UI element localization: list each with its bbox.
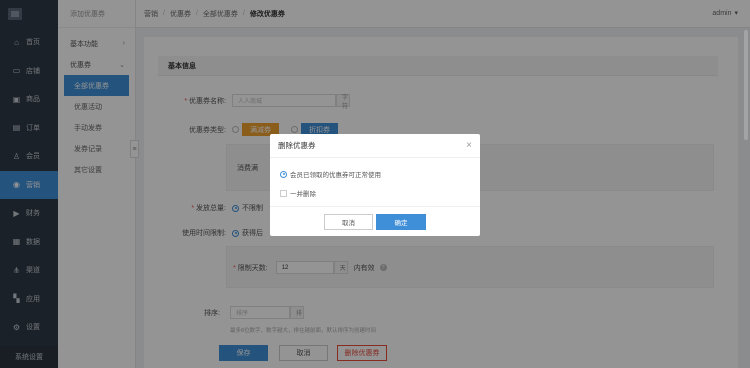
dialog-footer: 取消 确定 [270, 206, 480, 236]
keep-claimed-label: 会员已领取的优惠券可正常使用 [290, 172, 381, 179]
delete-coupon-dialog: 删除优惠券 × 会员已领取的优惠券可正常使用 一并删除 取消 确定 [270, 134, 480, 236]
dialog-title: 删除优惠券 [278, 141, 316, 150]
page-scrollbar[interactable] [744, 30, 748, 140]
close-icon[interactable]: × [466, 140, 472, 151]
dialog-cancel-button[interactable]: 取消 [324, 214, 373, 230]
dialog-confirm-button[interactable]: 确定 [376, 214, 426, 230]
delete-together-option[interactable]: 一并删除 [280, 188, 316, 198]
keep-claimed-radio[interactable] [280, 170, 287, 178]
delete-together-label: 一并删除 [290, 191, 316, 198]
keep-claimed-option[interactable]: 会员已领取的优惠券可正常使用 [280, 169, 381, 179]
delete-together-checkbox[interactable] [280, 189, 287, 197]
dialog-header: 删除优惠券 × [270, 134, 480, 158]
